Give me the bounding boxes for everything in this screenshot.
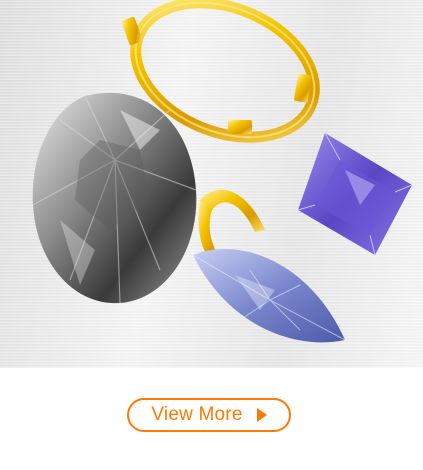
play-arrow-icon — [256, 408, 267, 422]
view-more-label: View More — [151, 404, 243, 425]
blue-marquise-crystal — [192, 249, 346, 343]
promo-card: View More — [0, 0, 423, 470]
violet-square-crystal — [297, 132, 413, 256]
product-image[interactable] — [0, 0, 423, 368]
view-more-button[interactable]: View More — [127, 398, 291, 432]
smoky-pear-crystal — [32, 92, 197, 304]
gemstones-illustration — [32, 0, 413, 343]
cta-area: View More — [0, 368, 423, 470]
